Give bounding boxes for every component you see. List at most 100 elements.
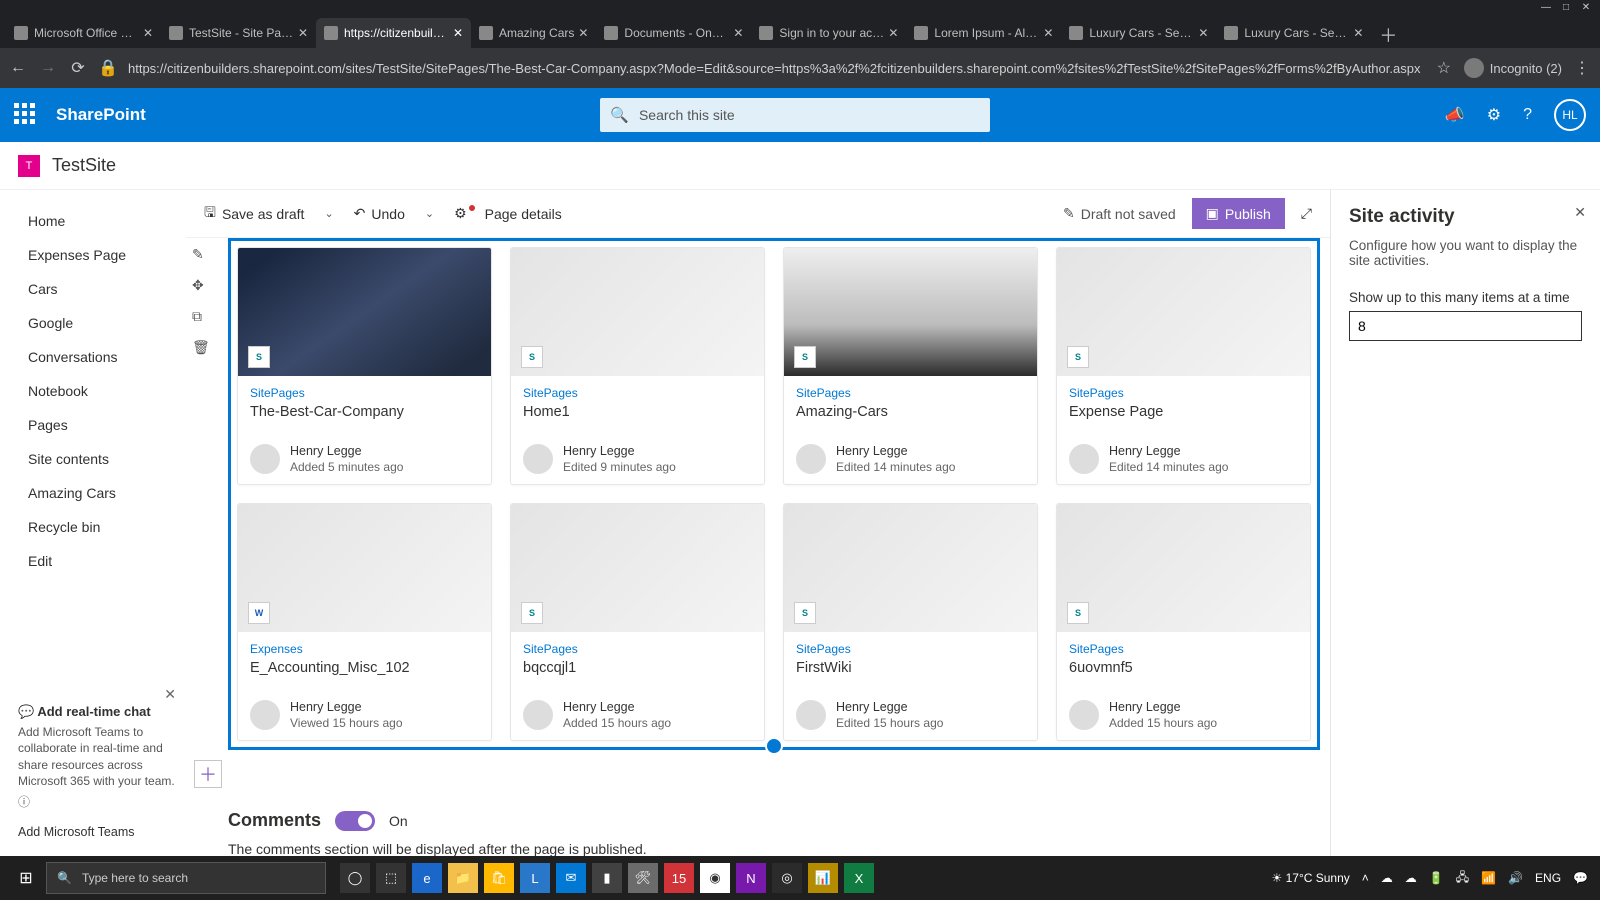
mail-icon[interactable]: ✉: [556, 863, 586, 893]
items-count-input[interactable]: [1349, 311, 1582, 341]
nav-item[interactable]: Conversations: [28, 340, 186, 374]
site-search-input[interactable]: 🔍 Search this site: [600, 98, 990, 132]
store-icon[interactable]: 🛍: [484, 863, 514, 893]
bookmark-star-icon[interactable]: ☆: [1434, 58, 1454, 78]
activity-card[interactable]: SSitePagesFirstWikiHenry LeggeEdited 15 …: [783, 503, 1038, 741]
notifications-icon[interactable]: 💬: [1573, 871, 1588, 885]
megaphone-icon[interactable]: 📣: [1445, 105, 1465, 125]
nav-item[interactable]: Cars: [28, 272, 186, 306]
cortana-icon[interactable]: ⬚: [376, 863, 406, 893]
activity-card[interactable]: SSitePagesExpense PageHenry LeggeEdited …: [1056, 247, 1311, 485]
onedrive-tray-icon-2[interactable]: ☁: [1405, 871, 1417, 885]
obs-icon[interactable]: ◎: [772, 863, 802, 893]
nav-back-icon[interactable]: ←: [8, 59, 28, 77]
teams-promo-link[interactable]: Add Microsoft Teams: [18, 816, 176, 848]
teams-promo-close[interactable]: ✕: [164, 686, 176, 703]
page-canvas[interactable]: ✎ ✥ ⧉ 🗑 SSitePagesThe-Best-Car-CompanyHe…: [186, 238, 1330, 856]
app-icon-2[interactable]: ▮: [592, 863, 622, 893]
activity-card[interactable]: SSitePagesAmazing-CarsHenry LeggeEdited …: [783, 247, 1038, 485]
browser-tab[interactable]: Documents - OneDri…✕: [596, 18, 751, 48]
nav-item[interactable]: Recycle bin: [28, 510, 186, 544]
tab-close-icon[interactable]: ✕: [143, 26, 153, 40]
publish-button[interactable]: ▣ Publish: [1192, 198, 1285, 229]
undo-chevron-icon[interactable]: ⌄: [421, 207, 438, 220]
activity-card[interactable]: SSitePagesHome1Henry LeggeEdited 9 minut…: [510, 247, 765, 485]
nav-forward-icon[interactable]: →: [38, 59, 58, 77]
browser-tab[interactable]: TestSite - Site Pages -✕: [161, 18, 316, 48]
browser-tab[interactable]: Lorem Ipsum - All the✕: [906, 18, 1061, 48]
save-chevron-icon[interactable]: ⌄: [320, 207, 337, 220]
browser-tab[interactable]: https://citizenbuilders✕: [316, 18, 471, 48]
language-indicator[interactable]: ENG: [1535, 871, 1561, 885]
wifi-icon[interactable]: 📶: [1481, 871, 1496, 885]
onedrive-tray-icon[interactable]: ☁: [1381, 871, 1393, 885]
app-icon-4[interactable]: 15: [664, 863, 694, 893]
comments-toggle[interactable]: [335, 811, 375, 831]
browser-tab[interactable]: Microsoft Office Home✕: [6, 18, 161, 48]
excel-icon[interactable]: X: [844, 863, 874, 893]
tab-close-icon[interactable]: ✕: [888, 26, 898, 40]
tab-close-icon[interactable]: ✕: [1198, 26, 1208, 40]
nav-item[interactable]: Expenses Page: [28, 238, 186, 272]
pane-close-icon[interactable]: ✕: [1574, 204, 1586, 221]
help-icon[interactable]: ?: [1523, 106, 1532, 124]
save-draft-button[interactable]: 🖫 Save as draft: [204, 202, 304, 226]
activity-card[interactable]: SSitePagesThe-Best-Car-CompanyHenry Legg…: [237, 247, 492, 485]
tab-close-icon[interactable]: ✕: [733, 26, 743, 40]
incognito-indicator[interactable]: Incognito (2): [1464, 58, 1562, 78]
app-icon-1[interactable]: L: [520, 863, 550, 893]
nav-item[interactable]: Pages: [28, 408, 186, 442]
start-button[interactable]: ⊞: [6, 868, 46, 888]
edge-icon[interactable]: e: [412, 863, 442, 893]
site-name[interactable]: TestSite: [52, 155, 116, 176]
explorer-icon[interactable]: 📁: [448, 863, 478, 893]
nav-item[interactable]: Site contents: [28, 442, 186, 476]
battery-icon[interactable]: 🔋: [1429, 871, 1444, 885]
add-section-button[interactable]: ＋: [194, 760, 222, 788]
url-text[interactable]: https://citizenbuilders.sharepoint.com/s…: [128, 61, 1424, 76]
window-min[interactable]: —: [1536, 1, 1556, 15]
new-tab-button[interactable]: ＋: [1371, 22, 1405, 48]
tab-close-icon[interactable]: ✕: [578, 26, 588, 40]
browser-tab[interactable]: Sign in to your accou…✕: [751, 18, 906, 48]
browser-tab[interactable]: Luxury Cars - Sedans,✕: [1216, 18, 1371, 48]
activity-card[interactable]: SSitePages6uovmnf5Henry LeggeAdded 15 ho…: [1056, 503, 1311, 741]
network-icon[interactable]: 🖧: [1456, 868, 1469, 889]
gear-icon[interactable]: ⚙: [1487, 105, 1501, 125]
page-details-button[interactable]: ⚙Page details: [454, 205, 562, 222]
move-webpart-icon[interactable]: ✥: [192, 277, 210, 294]
taskbar-search[interactable]: 🔍 Type here to search: [46, 862, 326, 894]
undo-button[interactable]: ↶ Undo: [354, 205, 405, 222]
browser-menu-icon[interactable]: ⋮: [1572, 58, 1592, 78]
delete-webpart-icon[interactable]: 🗑: [192, 339, 210, 356]
site-activity-webpart[interactable]: SSitePagesThe-Best-Car-CompanyHenry Legg…: [228, 238, 1320, 750]
tab-close-icon[interactable]: ✕: [298, 26, 308, 40]
taskview-icon[interactable]: ◯: [340, 863, 370, 893]
browser-tab[interactable]: Luxury Cars - Sedans,✕: [1061, 18, 1216, 48]
window-max[interactable]: □: [1556, 1, 1576, 15]
nav-reload-icon[interactable]: ⟳: [68, 58, 88, 78]
onenote-icon[interactable]: N: [736, 863, 766, 893]
weather-widget[interactable]: ☀ 17°C Sunny: [1272, 871, 1350, 885]
nav-item[interactable]: Edit: [28, 544, 186, 578]
chrome-icon[interactable]: ◉: [700, 863, 730, 893]
user-avatar[interactable]: HL: [1554, 99, 1586, 131]
tray-chevron-icon[interactable]: ˄: [1362, 871, 1369, 885]
site-logo[interactable]: T: [18, 155, 40, 177]
edit-webpart-icon[interactable]: ✎: [192, 246, 210, 263]
browser-tab[interactable]: Amazing Cars✕: [471, 18, 596, 48]
product-brand[interactable]: SharePoint: [56, 105, 146, 125]
nav-item[interactable]: Home: [28, 204, 186, 238]
activity-card[interactable]: SSitePagesbqccqjl1Henry LeggeAdded 15 ho…: [510, 503, 765, 741]
app-icon-3[interactable]: 🛠: [628, 863, 658, 893]
window-close[interactable]: ✕: [1576, 1, 1596, 15]
nav-item[interactable]: Google: [28, 306, 186, 340]
app-icon-5[interactable]: 📊: [808, 863, 838, 893]
nav-item[interactable]: Notebook: [28, 374, 186, 408]
tab-close-icon[interactable]: ✕: [453, 26, 463, 40]
app-launcher-icon[interactable]: [14, 103, 38, 127]
duplicate-webpart-icon[interactable]: ⧉: [192, 308, 210, 325]
tab-close-icon[interactable]: ✕: [1043, 26, 1053, 40]
volume-icon[interactable]: 🔊: [1508, 871, 1523, 885]
tab-close-icon[interactable]: ✕: [1353, 26, 1363, 40]
